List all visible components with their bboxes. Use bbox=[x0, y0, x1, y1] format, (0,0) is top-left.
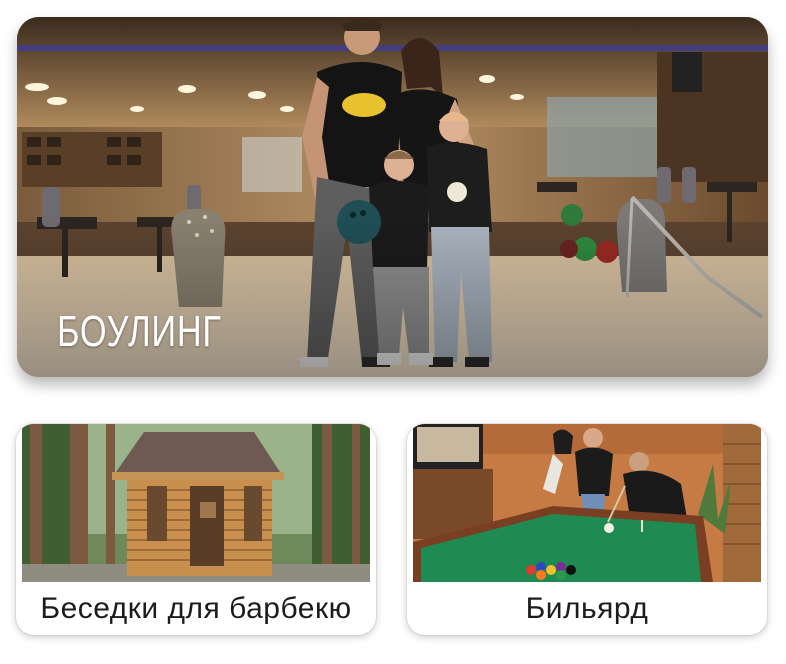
bowling-title: БОУЛИНГ bbox=[57, 307, 222, 356]
billiards-card[interactable]: Бильярд bbox=[407, 424, 767, 635]
billiards-title: Бильярд bbox=[525, 592, 649, 625]
services-page: БОУЛИНГ Беседки для барбекю Бильярд bbox=[0, 0, 786, 664]
gazebos-card[interactable]: Беседки для барбекю bbox=[16, 424, 376, 635]
billiards-photo bbox=[413, 424, 761, 582]
bowling-card[interactable]: БОУЛИНГ bbox=[17, 17, 768, 377]
gazebo-photo bbox=[22, 424, 370, 582]
gazebos-title: Беседки для барбекю bbox=[40, 592, 352, 625]
